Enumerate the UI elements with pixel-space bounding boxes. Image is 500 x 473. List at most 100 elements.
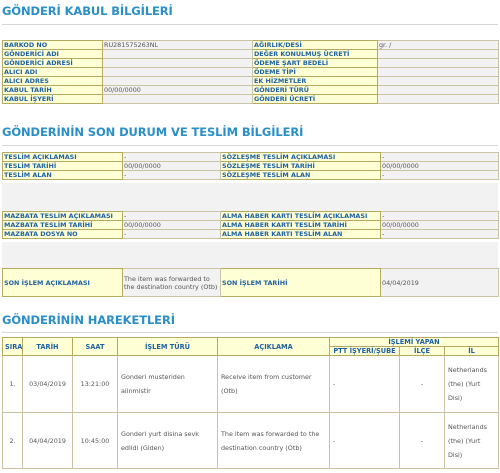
kabul-field-value — [377, 76, 499, 86]
teslim-info-table: TESLİM AÇIKLAMASI - SÖZLEŞME TESLİM AÇIKLA… — [2, 152, 499, 180]
kabul-field-label: GÖNDERİCİ ADRESİ — [2, 58, 103, 68]
divider — [2, 145, 498, 146]
header-saat: SAAT — [72, 337, 118, 356]
kabul-field-row: ALICI ADRES EK HİZMETLER — [2, 76, 499, 86]
teslim-field-row: TESLİM AÇIKLAMASI - SÖZLEŞME TESLİM AÇIKLA… — [2, 152, 499, 162]
mazbata-field-label: MAZBATA DOSYA NO — [2, 229, 123, 239]
cell-ptt: - — [329, 355, 400, 413]
kabul-field-value — [377, 94, 499, 104]
kabul-field-label: BARKOD NO — [2, 40, 103, 50]
mazbata-field-value: - — [122, 211, 221, 221]
mazbata-field-label: ALMA HABER KARTI TESLİM ALAN — [220, 229, 381, 239]
kabul-field-value — [102, 58, 253, 68]
cell-tarih: 03/04/2019 — [22, 355, 73, 413]
son-islem-row: SON İŞLEM AÇIKLAMASI The item was forwar… — [2, 268, 499, 297]
header-ilce: İLÇE — [399, 346, 445, 356]
kabul-field-row: KABUL TARİH 00/00/0000 GÖNDERİ TÜRÜ — [2, 85, 499, 95]
kabul-field-value — [377, 49, 499, 59]
teslim-section-title: GÖNDERİNİN SON DURUM VE TESLİM BİLGİLERİ — [2, 125, 304, 139]
header-aciklama: AÇIKLAMA — [217, 337, 330, 356]
header-islem-turu: İŞLEM TÜRÜ — [117, 337, 218, 356]
header-sira: SIRA — [2, 337, 23, 356]
mazbata-field-label: ALMA HABER KARTI TESLİM TARİHİ — [220, 220, 381, 230]
kabul-field-value — [102, 67, 253, 77]
cell-ilce: - — [399, 355, 445, 413]
teslim-field-label: SÖZLEŞME TESLİM ALAN — [220, 170, 381, 180]
son-islem-label: SON İŞLEM AÇIKLAMASI — [2, 268, 123, 297]
cell-il: Netherlands (the) (Yurt Disi) — [443, 355, 500, 413]
cell-ilce: - — [399, 412, 445, 469]
cell-aciklama: The item was forwarded to the destinatio… — [217, 412, 330, 469]
divider — [2, 24, 498, 25]
kabul-field-label: GÖNDERİCİ ADI — [2, 49, 103, 59]
kabul-field-label: KABUL TARİH — [2, 85, 103, 95]
cell-aciklama: Receive item from customer (Otb) — [217, 355, 330, 413]
table-row: 1. 03/04/2019 13:21:00 Gonderi musteriden a… — [2, 355, 500, 413]
kabul-field-label: KABUL İŞYERİ — [2, 94, 103, 104]
kabul-field-label: GÖNDERİ TÜRÜ — [252, 85, 378, 95]
teslim-field-label: TESLİM AÇIKLAMASI — [2, 152, 123, 162]
kabul-field-row: KABUL İŞYERİ GÖNDERİ ÜCRETİ — [2, 94, 499, 104]
spacer-row — [2, 183, 498, 211]
mazbata-field-value: - — [380, 229, 499, 239]
teslim-field-value: - — [380, 152, 499, 162]
teslim-field-value: - — [380, 170, 499, 180]
cell-tur: Gonderi yurt disina sevk edildi (Giden) — [117, 412, 218, 469]
cell-sira: 1. — [2, 355, 23, 413]
kabul-field-label: ALICI ADRES — [2, 76, 103, 86]
mazbata-field-value: - — [122, 229, 221, 239]
cell-sira: 2. — [2, 412, 23, 469]
kabul-field-value — [102, 94, 253, 104]
kabul-field-value: 00/00/0000 — [102, 85, 253, 95]
mazbata-field-value: - — [380, 211, 499, 221]
mazbata-field-value: 00/00/0000 — [380, 220, 499, 230]
teslim-field-value: - — [122, 152, 221, 162]
hareket-table: SIRA TARİH SAAT İŞLEM TÜRÜ AÇIKLAMA İŞLE… — [2, 337, 500, 469]
teslim-field-value: - — [122, 170, 221, 180]
hareket-section-title: GÖNDERİNİN HAREKETLERİ — [2, 313, 175, 327]
header-islemi-yapan: İŞLEMİ YAPAN — [328, 337, 500, 347]
mazbata-field-label: MAZBATA TESLİM AÇIKLAMASI — [2, 211, 123, 221]
mazbata-field-label: MAZBATA TESLİM TARİHİ — [2, 220, 123, 230]
teslim-field-row: TESLİM TARİHİ 00/00/0000 SÖZLEŞME TESLİM T… — [2, 161, 499, 171]
teslim-field-label: TESLİM TARİHİ — [2, 161, 123, 171]
mazbata-field-row: MAZBATA DOSYA NO - ALMA HABER KARTI TESLİM… — [2, 229, 499, 239]
teslim-field-label: SÖZLEŞME TESLİM TARİHİ — [220, 161, 381, 171]
son-islem-value: The item was forwarded to the destinatio… — [122, 268, 221, 297]
mazbata-info-table: MAZBATA TESLİM AÇIKLAMASI - ALMA HABER KAR… — [2, 211, 499, 239]
kabul-field-label: GÖNDERİ ÜCRETİ — [252, 94, 378, 104]
kabul-field-label: EK HİZMETLER — [252, 76, 378, 86]
kabul-field-value — [377, 58, 499, 68]
kabul-field-value — [377, 67, 499, 77]
kabul-field-value: gr. / — [377, 40, 499, 50]
kabul-field-label: DEĞER KONULMUŞ ÜCRETİ — [252, 49, 378, 59]
mazbata-field-row: MAZBATA TESLİM TARİHİ 00/00/0000 ALMA HABE… — [2, 220, 499, 230]
kabul-field-label: AĞIRLIK/DESİ — [252, 40, 378, 50]
kabul-field-label: ALICI ADI — [2, 67, 103, 77]
cell-tur: Gonderi musteriden alinmistir — [117, 355, 218, 413]
cell-il: Netherlands (the) (Yurt Disi) — [443, 412, 500, 469]
divider — [2, 332, 498, 333]
table-row: 2. 04/04/2019 10:45:00 Gonderi yurt disina … — [2, 412, 500, 469]
kabul-info-table: BARKOD NO RU281575263NL AĞIRLIK/DESİ gr. / G… — [2, 40, 499, 104]
kabul-field-value — [102, 76, 253, 86]
cell-saat: 13:21:00 — [72, 355, 118, 413]
son-islem-tarih-value: 04/04/2019 — [380, 268, 499, 297]
son-islem-table: SON İŞLEM AÇIKLAMASI The item was forwar… — [2, 268, 499, 297]
header-ptt-isyeri: PTT İŞYERİ/ŞUBE — [329, 346, 400, 356]
kabul-field-row: ALICI ADI ÖDEME TİPİ — [2, 67, 499, 77]
teslim-field-value: 00/00/0000 — [122, 161, 221, 171]
kabul-field-row: BARKOD NO RU281575263NL AĞIRLIK/DESİ gr. / — [2, 40, 499, 50]
kabul-field-value — [102, 49, 253, 59]
header-il: İL — [443, 346, 500, 356]
spacer-row — [2, 242, 498, 268]
teslim-field-label: TESLİM ALAN — [2, 170, 123, 180]
kabul-field-row: GÖNDERİCİ ADI DEĞER KONULMUŞ ÜCRETİ — [2, 49, 499, 59]
cell-tarih: 04/04/2019 — [22, 412, 73, 469]
mazbata-field-label: ALMA HABER KARTI TESLİM AÇIKLAMASI — [220, 211, 381, 221]
cell-saat: 10:45:00 — [72, 412, 118, 469]
kabul-field-row: GÖNDERİCİ ADRESİ ÖDEME ŞART BEDELİ — [2, 58, 499, 68]
kabul-section-title: GÖNDERİ KABUL BİLGİLERİ — [2, 4, 173, 18]
cell-ptt: - — [329, 412, 400, 469]
kabul-field-value — [377, 85, 499, 95]
